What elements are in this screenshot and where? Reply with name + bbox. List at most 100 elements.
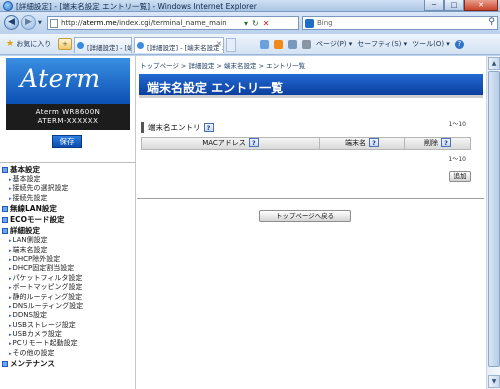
bing-icon: [305, 19, 314, 28]
model-name: Aterm WR8600N: [35, 108, 101, 116]
print-icon[interactable]: [302, 39, 311, 49]
device-id: ATERM-XXXXXX: [37, 117, 99, 125]
window-title: [詳細設定] - [端末名設定 エントリ一覧] - Windows Intern…: [16, 2, 257, 11]
vertical-scrollbar[interactable]: ▲ ▼: [486, 56, 500, 389]
section-bullet-icon: [2, 360, 8, 367]
tools-menu[interactable]: ツール(O) ▾: [412, 39, 450, 49]
model-info: Aterm WR8600N ATERM-XXXXXX: [6, 104, 130, 130]
sidebar-section[interactable]: ECOモード設定: [2, 214, 134, 225]
tab-settings-2[interactable]: [詳細設定] - [端末名設定 エントリ...: [134, 37, 224, 53]
new-tab-button[interactable]: [226, 38, 236, 52]
page-icon: [50, 19, 58, 28]
column-terminal-name: 端末名?: [320, 138, 405, 149]
help-icon[interactable]: ?: [203, 123, 214, 132]
sidebar-item[interactable]: DHCP固定割当設定: [2, 264, 134, 273]
sidebar-item[interactable]: その他の設定: [2, 349, 134, 358]
pager-bottom: 1～10: [448, 156, 466, 163]
page-menu[interactable]: ページ(P) ▾: [316, 39, 352, 49]
add-favorite-icon[interactable]: +: [58, 38, 72, 50]
section-label: 詳細設定: [10, 226, 40, 236]
logo-text: Aterm: [20, 64, 101, 93]
url-text: http://aterm.me/index.cgi/terminal_name_…: [61, 19, 227, 27]
tab-page-icon: [137, 42, 144, 49]
sidebar-item[interactable]: DDNS設定: [2, 311, 134, 320]
help-icon[interactable]: ?: [454, 39, 464, 49]
section-label: 無線LAN設定: [10, 204, 57, 214]
section-bullet-icon: [2, 166, 8, 173]
aterm-logo: Aterm: [6, 58, 130, 104]
section-label: メンテナンス: [10, 359, 55, 369]
sidebar-item[interactable]: 接続先の選択設定: [2, 184, 134, 193]
sidebar-section[interactable]: 基本設定: [2, 164, 134, 175]
forward-button[interactable]: ▶: [21, 15, 36, 30]
internet-explorer-icon: [3, 1, 13, 11]
stop-icon[interactable]: ✕: [263, 19, 270, 28]
sidebar-item[interactable]: パケットフィルタ設定: [2, 274, 134, 283]
close-button[interactable]: ✕: [464, 0, 498, 11]
sidebar: Aterm Aterm WR8600N ATERM-XXXXXX 保存 基本設定…: [0, 56, 136, 389]
history-dropdown-icon[interactable]: ▼: [38, 20, 42, 26]
back-to-top-button[interactable]: トップページへ戻る: [259, 210, 351, 222]
minimize-button[interactable]: ─: [424, 0, 444, 11]
sidebar-item[interactable]: 接続先設定: [2, 194, 134, 203]
section-label: 基本設定: [10, 165, 40, 174]
sidebar-item[interactable]: DNSルーティング設定: [2, 302, 134, 311]
entry-table-header: MACアドレス? 端末名? 削除?: [141, 137, 471, 150]
title-bar: [詳細設定] - [端末名設定 エントリ一覧] - Windows Intern…: [0, 0, 500, 12]
page-content: Aterm Aterm WR8600N ATERM-XXXXXX 保存 基本設定…: [0, 56, 486, 389]
add-button[interactable]: 追加: [449, 171, 471, 182]
close-tab-icon[interactable]: ✕: [216, 40, 222, 48]
command-bar: ★ お気に入り + [詳細設定] - [端末名設定 エントリー... [詳細設定…: [0, 34, 500, 55]
page-title: 端末名設定 エントリ一覧: [147, 81, 284, 95]
search-placeholder: Bing: [317, 19, 333, 27]
column-delete: 削除?: [405, 138, 470, 149]
address-icons: ▾ ↻ ✕: [244, 16, 269, 30]
sidebar-item[interactable]: 静的ルーティング設定: [2, 293, 134, 302]
column-mac-address: MACアドレス?: [142, 138, 320, 149]
sidebar-menu: 基本設定基本設定接続先の選択設定接続先設定無線LAN設定ECOモード設定詳細設定…: [2, 164, 134, 369]
pager-top: 1～10: [448, 121, 466, 128]
sidebar-item[interactable]: 端末名設定: [2, 246, 134, 255]
page-header: 端末名設定 エントリ一覧: [139, 74, 483, 98]
refresh-icon[interactable]: ↻: [252, 19, 259, 28]
mail-icon[interactable]: [288, 39, 297, 49]
sidebar-item[interactable]: USBストレージ設定: [2, 321, 134, 330]
sidebar-section[interactable]: 詳細設定: [2, 225, 134, 236]
sidebar-divider: [0, 162, 136, 163]
scroll-thumb[interactable]: [488, 71, 500, 367]
help-icon[interactable]: ?: [248, 138, 259, 147]
maximize-button[interactable]: □: [444, 0, 464, 11]
safety-menu[interactable]: セーフティ(S) ▾: [357, 39, 407, 49]
breadcrumb[interactable]: トップページ > 詳細設定 > 端末名設定 > エントリ一覧: [140, 60, 305, 70]
help-icon[interactable]: ?: [441, 138, 451, 147]
sidebar-item[interactable]: DHCP除外設定: [2, 255, 134, 264]
back-button[interactable]: ◀: [4, 15, 19, 30]
tools-strip: ページ(P) ▾ セーフティ(S) ▾ ツール(O) ▾ ?: [260, 39, 464, 49]
scroll-down-button[interactable]: ▼: [488, 375, 500, 388]
sidebar-item[interactable]: 基本設定: [2, 175, 134, 184]
home-icon[interactable]: [260, 39, 269, 49]
sidebar-item[interactable]: LAN側設定: [2, 236, 134, 245]
feeds-icon[interactable]: [274, 39, 283, 49]
help-icon[interactable]: ?: [369, 138, 379, 147]
main-panel: トップページ > 詳細設定 > 端末名設定 > エントリ一覧 端末名設定 エント…: [137, 56, 486, 389]
window-controls: ─ □ ✕: [424, 0, 498, 11]
save-button[interactable]: 保存: [52, 135, 82, 148]
sidebar-section[interactable]: 無線LAN設定: [2, 203, 134, 214]
sidebar-item[interactable]: ポートマッピング設定: [2, 283, 134, 292]
divider: [137, 198, 484, 199]
tab-page-icon: [77, 42, 84, 49]
section-title: 端末名エントリ?: [141, 122, 214, 133]
sidebar-item[interactable]: PCリモート起動設定: [2, 339, 134, 348]
scroll-up-button[interactable]: ▲: [488, 57, 500, 70]
favorites-button[interactable]: ★ お気に入り: [6, 39, 51, 49]
address-toolbar: ◀ ▶ ▼ http://aterm.me/index.cgi/terminal…: [0, 12, 500, 34]
tab-settings-1[interactable]: [詳細設定] - [端末名設定 エントリー...: [74, 37, 132, 53]
section-bullet-icon: [2, 205, 8, 212]
section-bullet-icon: [2, 227, 8, 234]
star-icon: ★: [6, 39, 15, 49]
search-input[interactable]: Bing ⚲: [302, 16, 498, 30]
search-icon[interactable]: ⚲: [488, 17, 495, 27]
address-dropdown-icon[interactable]: ▾: [244, 19, 248, 28]
sidebar-section[interactable]: メンテナンス: [2, 358, 134, 369]
